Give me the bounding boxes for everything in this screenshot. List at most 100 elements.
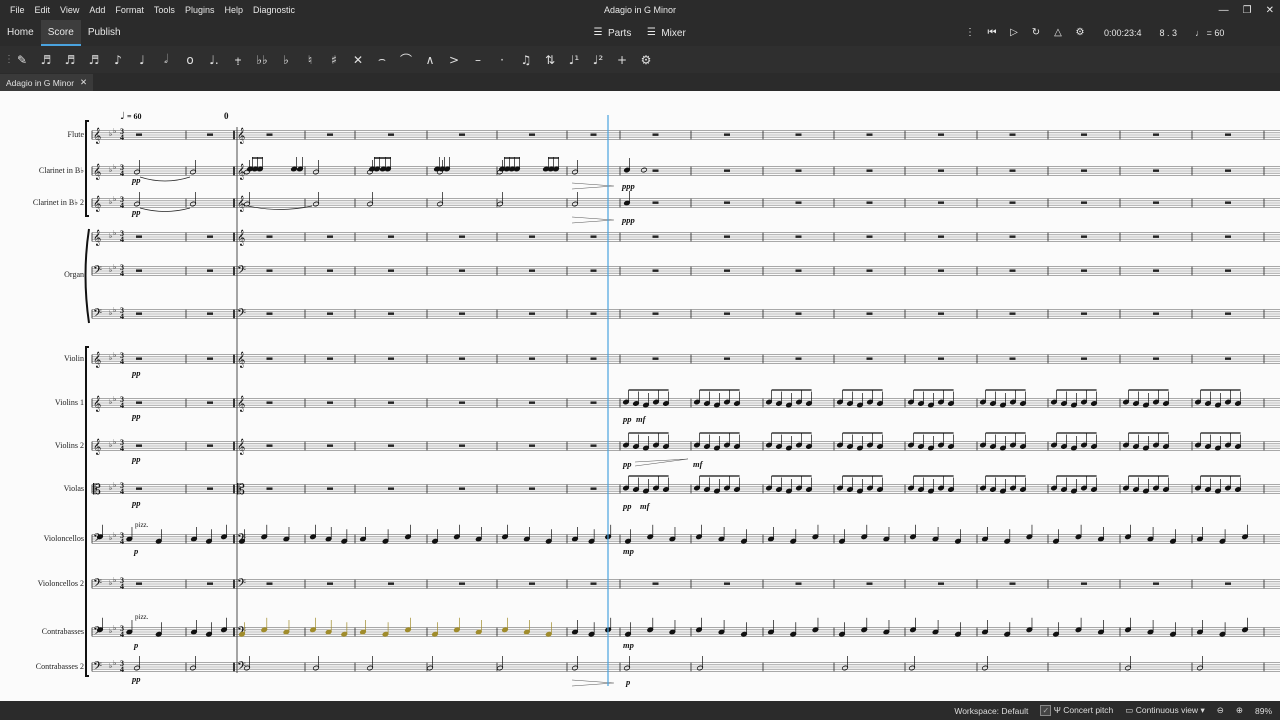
menu-tools[interactable]: Tools xyxy=(149,5,180,15)
marcato-icon[interactable]: ∧ xyxy=(418,48,442,72)
menu-edit[interactable]: Edit xyxy=(30,5,56,15)
tempo-display[interactable]: ♩ = 60 xyxy=(1195,28,1224,38)
parts-button[interactable]: ☰ Parts xyxy=(592,27,632,39)
pencil-icon[interactable]: ✎ xyxy=(10,48,34,72)
drag-handle-icon[interactable]: ⋮ xyxy=(0,54,14,65)
augmentation-dot-icon[interactable]: ♩. xyxy=(202,48,226,72)
mixer-button[interactable]: ☰ Mixer xyxy=(645,27,686,39)
add-icon[interactable]: + xyxy=(610,48,634,72)
metronome-icon[interactable]: △ xyxy=(1052,27,1064,39)
instrument-label[interactable]: Violins 2 xyxy=(0,441,84,450)
concert-pitch-toggle[interactable]: ✓ Ψ Concert pitch xyxy=(1040,705,1113,716)
zoom-level[interactable]: 89% xyxy=(1255,706,1272,716)
loop-icon[interactable]: ↻ xyxy=(1030,27,1042,39)
play-icon[interactable]: ▷ xyxy=(1008,27,1020,39)
instrument-label[interactable]: Violoncellos xyxy=(0,534,84,543)
sharp-icon[interactable]: ♯ xyxy=(322,48,346,72)
instrument-label[interactable]: Clarinet in B♭ 2 xyxy=(0,198,84,207)
settings-icon[interactable]: ⚙ xyxy=(634,48,658,72)
instrument-label[interactable]: Violins 1 xyxy=(0,398,84,407)
whole-rest xyxy=(1153,133,1159,136)
drag-handle-icon[interactable]: ⋮ xyxy=(964,27,976,39)
rewind-icon[interactable]: ⏮ xyxy=(986,27,998,39)
document-tab[interactable]: Adagio in G Minor ✕ xyxy=(0,74,94,91)
whole-rest xyxy=(724,169,730,172)
sixteenth-note-icon[interactable]: ♬ xyxy=(82,48,106,72)
menu-view[interactable]: View xyxy=(55,5,84,15)
staccato-icon[interactable]: · xyxy=(490,48,514,72)
dynamic-marking: pp xyxy=(622,459,632,469)
whole-rest xyxy=(1081,235,1087,238)
instrument-label[interactable]: Clarinet in B♭ xyxy=(0,166,84,175)
menu-help[interactable]: Help xyxy=(219,5,248,15)
tuplet-icon[interactable]: ♫ xyxy=(514,48,538,72)
double-flat-icon[interactable]: ♭♭ xyxy=(250,48,274,72)
menu-format[interactable]: Format xyxy=(110,5,149,15)
key-signature-flat-icon: ♭ xyxy=(113,624,116,632)
key-signature-flat-icon: ♭ xyxy=(113,481,116,489)
instrument-label[interactable]: Organ xyxy=(0,270,84,279)
voice-2-icon[interactable]: ♩² xyxy=(586,48,610,72)
dynamic-marking: pp xyxy=(622,414,632,424)
zoom-out-icon[interactable]: ⊖ xyxy=(1217,705,1224,716)
natural-icon[interactable]: ♮ xyxy=(298,48,322,72)
half-note-icon[interactable]: 𝅗𝅥 xyxy=(154,48,178,72)
workspace-selector[interactable]: Workspace: Default xyxy=(954,706,1028,716)
close-icon[interactable]: ✕ xyxy=(1266,5,1274,16)
playback-position[interactable]: 8 . 3 xyxy=(1160,28,1178,38)
parts-label: Parts xyxy=(608,27,632,39)
instrument-label[interactable]: Contrabasses 2 xyxy=(0,662,84,671)
sixty-fourth-note-icon[interactable]: ♬ xyxy=(34,48,58,72)
rest-icon[interactable]: ⨥ xyxy=(226,48,250,72)
dynamic-marking: pp xyxy=(131,498,141,508)
tab-score[interactable]: Score xyxy=(40,20,81,46)
time-signature-bottom: 4 xyxy=(120,201,124,210)
menu-add[interactable]: Add xyxy=(84,5,110,15)
whole-note-icon[interactable]: o xyxy=(178,48,202,72)
accent-icon[interactable]: > xyxy=(442,48,466,72)
instrument-label[interactable]: Flute xyxy=(0,130,84,139)
zoom-in-icon[interactable]: ⊕ xyxy=(1236,705,1243,716)
double-sharp-icon[interactable]: ✕ xyxy=(346,48,370,72)
tenuto-icon[interactable]: – xyxy=(466,48,490,72)
whole-rest xyxy=(866,357,873,360)
whole-rest xyxy=(652,235,659,238)
playback-settings-icon[interactable]: ⚙ xyxy=(1074,27,1086,39)
thirty-second-note-icon[interactable]: ♬ xyxy=(58,48,82,72)
instrument-label[interactable]: Violas xyxy=(0,484,84,493)
flip-direction-icon[interactable]: ⇅ xyxy=(538,48,562,72)
eighth-note-icon[interactable]: ♪ xyxy=(106,48,130,72)
menu-file[interactable]: File xyxy=(5,5,30,15)
instrument-label[interactable]: Violoncellos 2 xyxy=(0,579,84,588)
menu-diagnostic[interactable]: Diagnostic xyxy=(248,5,300,15)
close-tab-icon[interactable]: ✕ xyxy=(80,77,87,88)
whole-rest xyxy=(327,444,333,447)
flat-icon[interactable]: ♭ xyxy=(274,48,298,72)
tie-icon[interactable]: ⌢ xyxy=(370,48,394,72)
key-signature-flat-icon: ♭ xyxy=(113,531,116,539)
tab-publish[interactable]: Publish xyxy=(81,20,128,46)
instrument-label[interactable]: Violin xyxy=(0,354,84,363)
whole-rest xyxy=(1081,133,1087,136)
view-mode-dropdown[interactable]: ▭ Continuous view ▾ xyxy=(1125,705,1204,716)
menu-plugins[interactable]: Plugins xyxy=(180,5,220,15)
tab-home[interactable]: Home xyxy=(0,20,41,46)
whole-rest xyxy=(590,235,597,238)
restore-icon[interactable]: ❐ xyxy=(1243,5,1252,16)
whole-rest xyxy=(724,357,730,360)
quarter-note-icon[interactable]: ♩ xyxy=(130,48,154,72)
note-head xyxy=(640,167,648,173)
whole-rest xyxy=(1225,235,1231,238)
instrument-label[interactable]: Contrabasses xyxy=(0,627,84,636)
score-canvas[interactable]: 𝄞 ♭ ♭ 34 𝄞𝄞 ♭ ♭ 34 𝄞𝄞 ♭ ♭ 34 𝄞𝄞 ♭ ♭ 34 𝄞𝄢 ♭ ♭ 34 𝄢𝄢 ♭ ♭ 34 𝄢𝄞 ♭ ♭ 3… xyxy=(0,91,1280,701)
key-signature-flat-icon: ♭ xyxy=(109,130,112,138)
slur-icon[interactable]: ⌒ xyxy=(394,48,418,72)
whole-rest xyxy=(459,133,465,136)
minimize-icon[interactable]: — xyxy=(1219,5,1229,16)
voice-1-icon[interactable]: ♩¹ xyxy=(562,48,586,72)
whole-rest xyxy=(459,357,465,360)
playback-time[interactable]: 0:00:23:4 xyxy=(1104,28,1142,38)
treble-clef-icon: 𝄞 xyxy=(93,164,101,180)
score-view[interactable]: 𝄞 ♭ ♭ 3 4 𝄞 𝄞 ♭ ♭ 3 4 𝄞 𝄞 ♭ ♭ 3 4 𝄞 𝄞 ♭ ♭ 3 4 𝄞 𝄢 ♭ ♭ 3 4 𝄢 𝄢 ♭ ♭ 3 4 𝄢 𝄞 ♭ ♭ 3… xyxy=(0,91,1280,701)
time-signature-bottom: 4 xyxy=(120,537,124,546)
